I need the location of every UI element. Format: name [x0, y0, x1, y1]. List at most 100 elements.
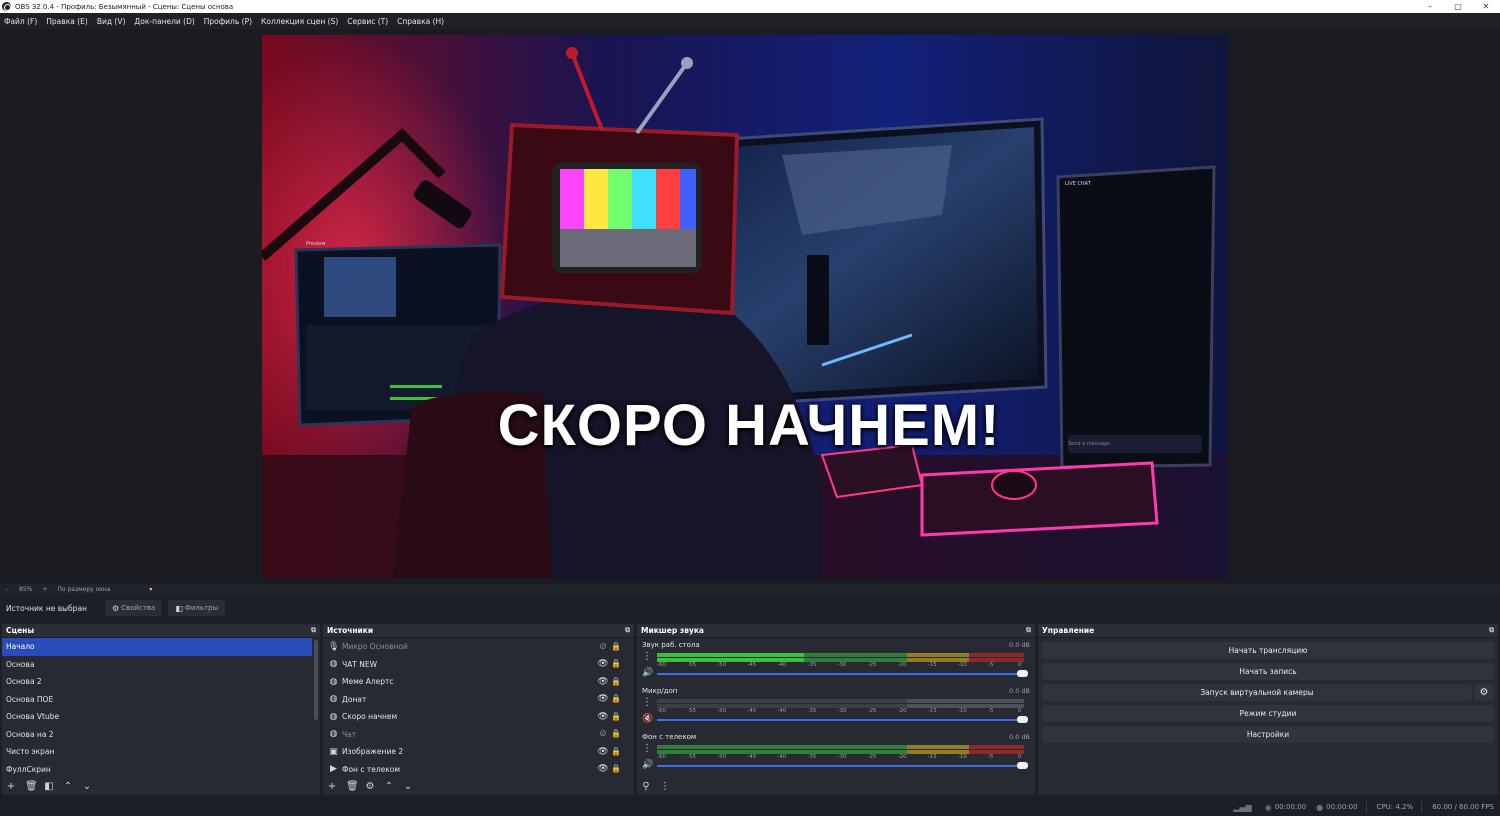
- volume-slider[interactable]: [657, 716, 1028, 723]
- zoom-in-button[interactable]: +: [42, 586, 47, 593]
- filters-button[interactable]: ◧ Фильтры: [168, 600, 226, 616]
- eye-icon[interactable]: 👁: [596, 747, 610, 757]
- menu-file[interactable]: Файл (F): [4, 17, 37, 26]
- eye-off-icon[interactable]: ⊘: [596, 642, 610, 652]
- eye-icon[interactable]: 👁: [596, 712, 610, 722]
- menu-tools[interactable]: Сервис (T): [347, 17, 388, 26]
- settings-button[interactable]: Настройки: [1042, 726, 1494, 743]
- controls-dock-header: Управление ⧉: [1038, 624, 1498, 638]
- eye-icon[interactable]: 👁: [596, 694, 610, 704]
- source-item[interactable]: ▣ Изображение 2 👁 🔒: [323, 743, 634, 761]
- undock-icon[interactable]: ⧉: [311, 626, 316, 635]
- advanced-audio-icon[interactable]: ⚲: [641, 781, 651, 792]
- properties-label: Свойства: [121, 604, 156, 612]
- kebab-menu-icon[interactable]: ⋮: [642, 651, 652, 662]
- scene-item[interactable]: ФуллСкрин: [2, 761, 312, 778]
- eye-icon[interactable]: 👁: [596, 764, 610, 774]
- source-item[interactable]: ◍ ЧАТ NEW 👁 🔒: [323, 656, 634, 674]
- scene-item[interactable]: Основа Vtube: [2, 708, 312, 726]
- cpu-usage: CPU: 4.2%: [1376, 803, 1414, 811]
- minimize-button[interactable]: –: [1416, 0, 1444, 13]
- source-item[interactable]: ◍ Меме Алертс 👁 🔒: [323, 673, 634, 691]
- menu-help[interactable]: Справка (H): [397, 17, 444, 26]
- source-label: Фон с телеком: [342, 764, 401, 774]
- lock-icon[interactable]: 🔒: [610, 677, 622, 687]
- scene-item[interactable]: Основа: [2, 656, 312, 674]
- db-tick: -50: [717, 754, 727, 760]
- db-tick: -25: [867, 754, 877, 760]
- source-label: Микро Основной: [342, 642, 408, 652]
- meter-segment-yellow: [906, 699, 969, 703]
- scene-item[interactable]: Основа на 2: [2, 726, 312, 744]
- add-scene-icon[interactable]: +: [6, 781, 16, 792]
- kebab-menu-icon[interactable]: ⋮: [642, 697, 652, 708]
- kebab-menu-icon[interactable]: ⋮: [660, 781, 670, 792]
- stream-status: ◉ 00:00:00: [1265, 803, 1306, 812]
- eye-icon[interactable]: 👁: [596, 659, 610, 669]
- start-record-button[interactable]: Начать запись: [1042, 663, 1494, 680]
- source-item[interactable]: ◍ Скоро начнем 👁 🔒: [323, 708, 634, 726]
- eye-off-icon[interactable]: ⊘: [596, 729, 610, 739]
- slider-handle[interactable]: [1017, 670, 1028, 677]
- preview-area[interactable]: Preview LIVE CHAT Send a message... СКОР…: [0, 29, 1500, 584]
- source-item[interactable]: ◍ Донат 👁 🔒: [323, 691, 634, 709]
- zoom-out-button[interactable]: –: [6, 586, 9, 593]
- move-up-icon[interactable]: ⌃: [63, 781, 73, 792]
- slider-handle[interactable]: [1017, 762, 1028, 769]
- trash-icon[interactable]: 🗑: [25, 781, 38, 792]
- channel-header: Микр/доп 0.0 dB: [642, 686, 1030, 696]
- db-tick: -60: [657, 708, 666, 714]
- move-up-icon[interactable]: ⌃: [384, 781, 394, 792]
- move-down-icon[interactable]: ⌄: [82, 781, 92, 792]
- slider-handle[interactable]: [1017, 716, 1028, 723]
- maximize-button[interactable]: ▢: [1444, 0, 1472, 13]
- start-virtual-cam-button[interactable]: Запуск виртуальной камеры: [1042, 684, 1472, 701]
- trash-icon[interactable]: 🗑: [346, 781, 359, 792]
- speaker-icon[interactable]: 🔊: [642, 760, 653, 770]
- lock-icon[interactable]: 🔒: [610, 642, 622, 652]
- source-label: Донат: [342, 694, 367, 704]
- lock-icon[interactable]: 🔒: [610, 729, 622, 739]
- speaker-icon[interactable]: 🔊: [642, 668, 653, 678]
- undock-icon[interactable]: ⧉: [1026, 626, 1031, 635]
- lock-icon[interactable]: 🔒: [610, 712, 622, 722]
- menu-edit[interactable]: Правка (E): [46, 17, 88, 26]
- scene-item[interactable]: Начало: [2, 638, 312, 656]
- eye-icon[interactable]: 👁: [596, 677, 610, 687]
- properties-button[interactable]: ⚙ Свойства: [104, 600, 163, 616]
- undock-icon[interactable]: ⧉: [1489, 626, 1494, 635]
- start-stream-button[interactable]: Начать трансляцию: [1042, 642, 1494, 659]
- volume-meter: [657, 745, 1024, 749]
- scenes-scrollbar[interactable]: [314, 640, 318, 720]
- gear-icon[interactable]: ⚙: [365, 781, 375, 792]
- meter-segment-red: [968, 653, 1024, 657]
- source-item[interactable]: ◍ Чат ⊘ 🔒: [323, 726, 634, 744]
- menu-view[interactable]: Вид (V): [97, 17, 126, 26]
- scene-item[interactable]: Чисто экран: [2, 743, 312, 761]
- source-item[interactable]: ▶ Фон с телеком 👁 🔒: [323, 761, 634, 779]
- menu-profile[interactable]: Профиль (P): [204, 17, 252, 26]
- source-toggles: ⊘ 🔒: [596, 729, 622, 739]
- volume-slider[interactable]: [657, 670, 1028, 677]
- menu-scene-collection[interactable]: Коллекция сцен (S): [261, 17, 338, 26]
- add-source-icon[interactable]: +: [327, 781, 337, 792]
- menu-docks[interactable]: Док-панели (D): [134, 17, 194, 26]
- virtual-cam-settings-button[interactable]: ⚙: [1474, 684, 1494, 701]
- lock-icon[interactable]: 🔒: [610, 747, 622, 757]
- source-item[interactable]: 🎙 Микро Основной ⊘ 🔒: [323, 638, 634, 656]
- volume-slider[interactable]: [657, 762, 1028, 769]
- db-tick: -15: [927, 708, 937, 714]
- studio-mode-button[interactable]: Режим студии: [1042, 705, 1494, 722]
- speaker-muted-icon[interactable]: 🔇: [642, 714, 653, 724]
- scene-item[interactable]: Основа ПОЕ: [2, 691, 312, 709]
- scene-item[interactable]: Основа 2: [2, 673, 312, 691]
- close-button[interactable]: ✕: [1472, 0, 1500, 13]
- undock-icon[interactable]: ⧉: [625, 626, 630, 635]
- move-down-icon[interactable]: ⌄: [403, 781, 413, 792]
- kebab-menu-icon[interactable]: ⋮: [642, 743, 652, 754]
- lock-icon[interactable]: 🔒: [610, 659, 622, 669]
- lock-icon[interactable]: 🔒: [610, 764, 622, 774]
- scene-filters-icon[interactable]: ◧: [44, 781, 54, 792]
- zoom-mode-select[interactable]: По размеру окна ▾: [57, 586, 162, 593]
- lock-icon[interactable]: 🔒: [610, 694, 622, 704]
